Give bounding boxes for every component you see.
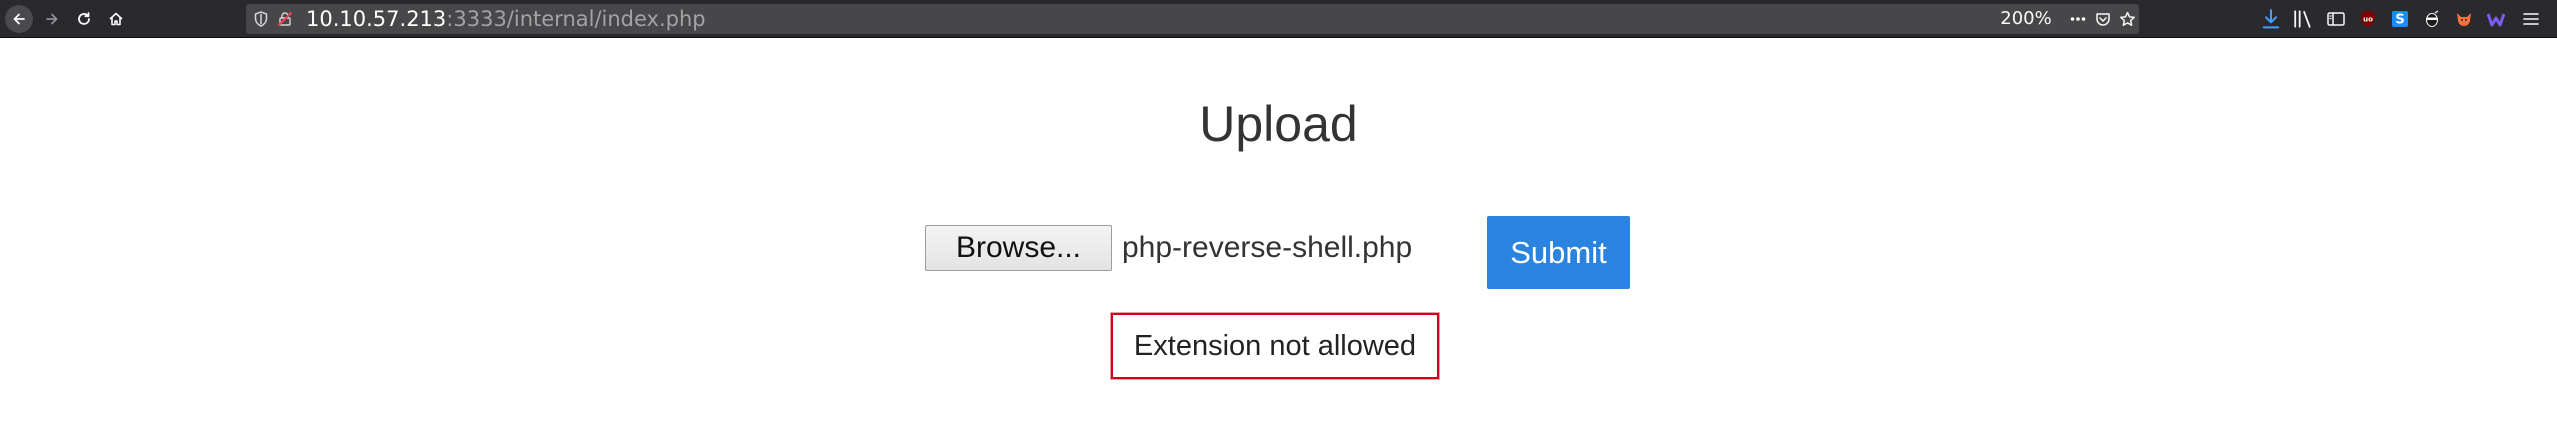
- library-icon[interactable]: [2292, 8, 2314, 30]
- error-message: Extension not allowed: [1111, 313, 1439, 379]
- svg-text:S: S: [2395, 13, 2404, 28]
- bookmark-star-icon[interactable]: [2116, 9, 2138, 29]
- wappalyzer-icon[interactable]: [2485, 8, 2507, 30]
- browser-toolbar: 10.10.57.213:3333/internal/index.php 200…: [0, 0, 2557, 38]
- home-button[interactable]: [100, 3, 132, 35]
- tracking-shield-icon[interactable]: [251, 9, 271, 29]
- browse-button[interactable]: Browse...: [925, 225, 1112, 271]
- reload-button[interactable]: [68, 3, 100, 35]
- page-content: Upload Browse... php-reverse-shell.php S…: [0, 38, 2557, 438]
- ublock-icon[interactable]: uo: [2357, 8, 2379, 30]
- back-arrow-icon: [5, 5, 33, 33]
- forward-arrow-icon: [44, 11, 60, 27]
- menu-icon[interactable]: [2520, 8, 2542, 30]
- url-text[interactable]: 10.10.57.213:3333/internal/index.php: [306, 6, 706, 32]
- sidebar-icon[interactable]: [2325, 8, 2347, 30]
- home-icon: [108, 11, 124, 27]
- ninja-extension-icon[interactable]: [2421, 8, 2443, 30]
- page-title: Upload: [1199, 96, 1358, 152]
- foxyproxy-icon[interactable]: [2453, 8, 2475, 30]
- insecure-connection-icon[interactable]: [275, 9, 295, 29]
- url-host: 10.10.57.213: [306, 7, 447, 31]
- reload-icon: [76, 11, 92, 27]
- url-path: :3333/internal/index.php: [446, 7, 706, 31]
- download-icon[interactable]: [2260, 8, 2282, 30]
- svg-text:uo: uo: [2363, 16, 2373, 24]
- extension-s-icon[interactable]: S: [2389, 8, 2411, 30]
- forward-button[interactable]: [36, 3, 68, 35]
- submit-button[interactable]: Submit: [1487, 216, 1630, 289]
- selected-file-name: php-reverse-shell.php: [1122, 231, 1413, 264]
- pocket-icon[interactable]: [2092, 9, 2114, 29]
- page-actions-icon[interactable]: [2067, 9, 2089, 29]
- url-bar[interactable]: 10.10.57.213:3333/internal/index.php 200…: [246, 4, 2139, 34]
- back-button[interactable]: [3, 3, 35, 35]
